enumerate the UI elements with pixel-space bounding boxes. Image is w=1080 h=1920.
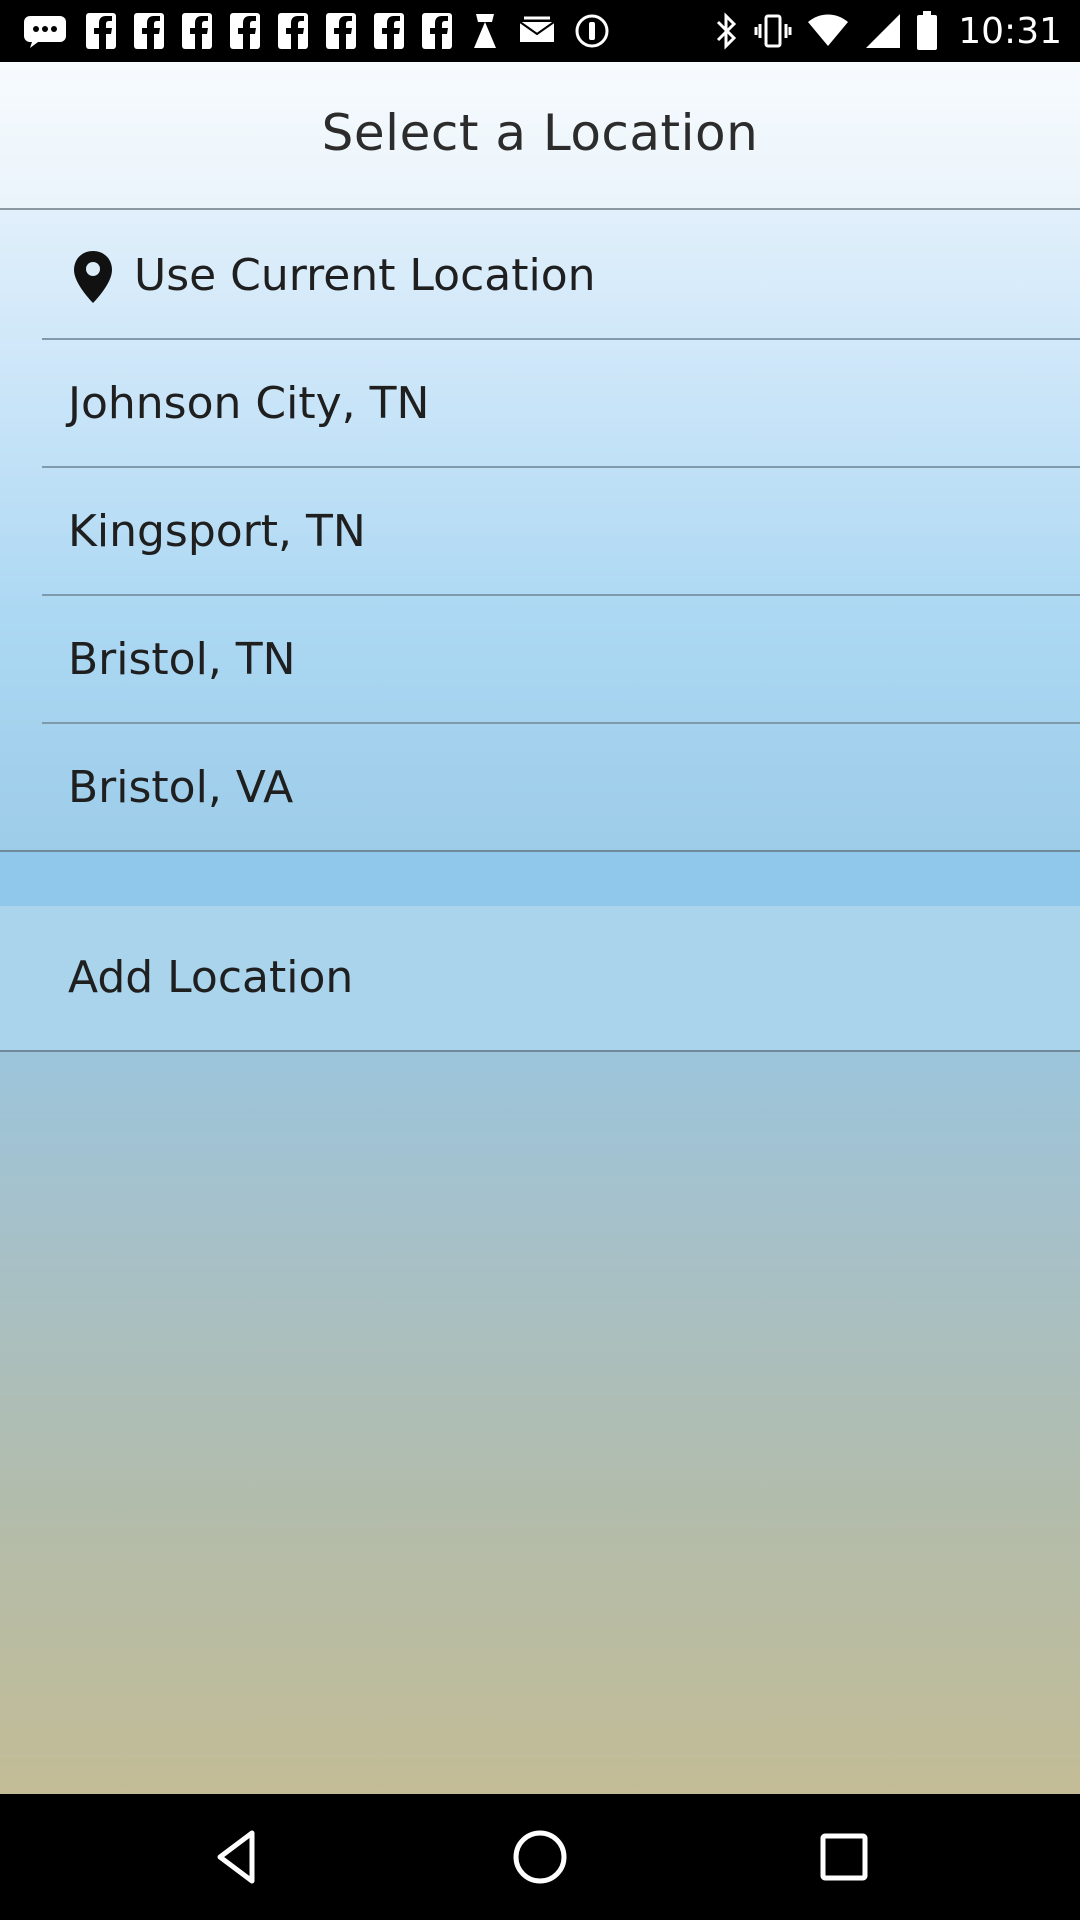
header: Select a Location xyxy=(0,62,1080,210)
app-icon xyxy=(474,14,496,48)
page-title: Select a Location xyxy=(321,104,759,162)
battery-icon xyxy=(917,11,938,50)
recents-icon[interactable] xyxy=(814,1827,874,1887)
home-icon[interactable] xyxy=(510,1827,570,1887)
clock: 10:31 xyxy=(958,10,1062,52)
location-item-kingsport[interactable]: Kingsport, TN xyxy=(0,468,1080,596)
section-spacer xyxy=(0,852,1080,906)
facebook-icon xyxy=(422,13,452,49)
vibrate-icon xyxy=(754,14,792,48)
screen: 10:31 Select a Location Use Current Loca… xyxy=(0,0,1080,1920)
facebook-icon xyxy=(86,13,116,49)
signal-icon xyxy=(866,14,901,48)
location-label: Bristol, VA xyxy=(68,762,294,813)
location-label: Johnson City, TN xyxy=(68,378,430,429)
info-icon xyxy=(575,14,609,48)
add-location-label: Add Location xyxy=(68,952,354,1003)
navigation-bar xyxy=(0,1794,1080,1920)
facebook-icon xyxy=(278,13,308,49)
add-location-button[interactable]: Add Location xyxy=(0,906,1080,1050)
location-item-johnson-city[interactable]: Johnson City, TN xyxy=(0,340,1080,468)
wifi-icon xyxy=(808,14,849,46)
facebook-icon xyxy=(182,13,212,49)
location-label: Bristol, TN xyxy=(68,634,296,685)
facebook-icon xyxy=(134,13,164,49)
notification-icons xyxy=(22,10,610,52)
message-icon xyxy=(24,16,66,48)
system-icons: 10:31 xyxy=(714,6,1062,56)
facebook-icon xyxy=(326,13,356,49)
location-pin-icon xyxy=(74,251,112,303)
location-item-bristol-va[interactable]: Bristol, VA xyxy=(0,724,1080,852)
facebook-icon xyxy=(374,13,404,49)
use-current-location-label: Use Current Location xyxy=(134,250,596,301)
add-location-divider xyxy=(0,1050,1080,1052)
location-screen: Select a Location Use Current Location J… xyxy=(0,62,1080,1794)
back-icon[interactable] xyxy=(208,1827,268,1887)
bluetooth-icon xyxy=(717,12,737,50)
use-current-location-item[interactable]: Use Current Location xyxy=(0,212,1080,340)
location-label: Kingsport, TN xyxy=(68,506,366,557)
status-bar: 10:31 xyxy=(0,0,1080,62)
facebook-icon xyxy=(230,13,260,49)
location-item-bristol-tn[interactable]: Bristol, TN xyxy=(0,596,1080,724)
email-icon xyxy=(519,16,555,42)
